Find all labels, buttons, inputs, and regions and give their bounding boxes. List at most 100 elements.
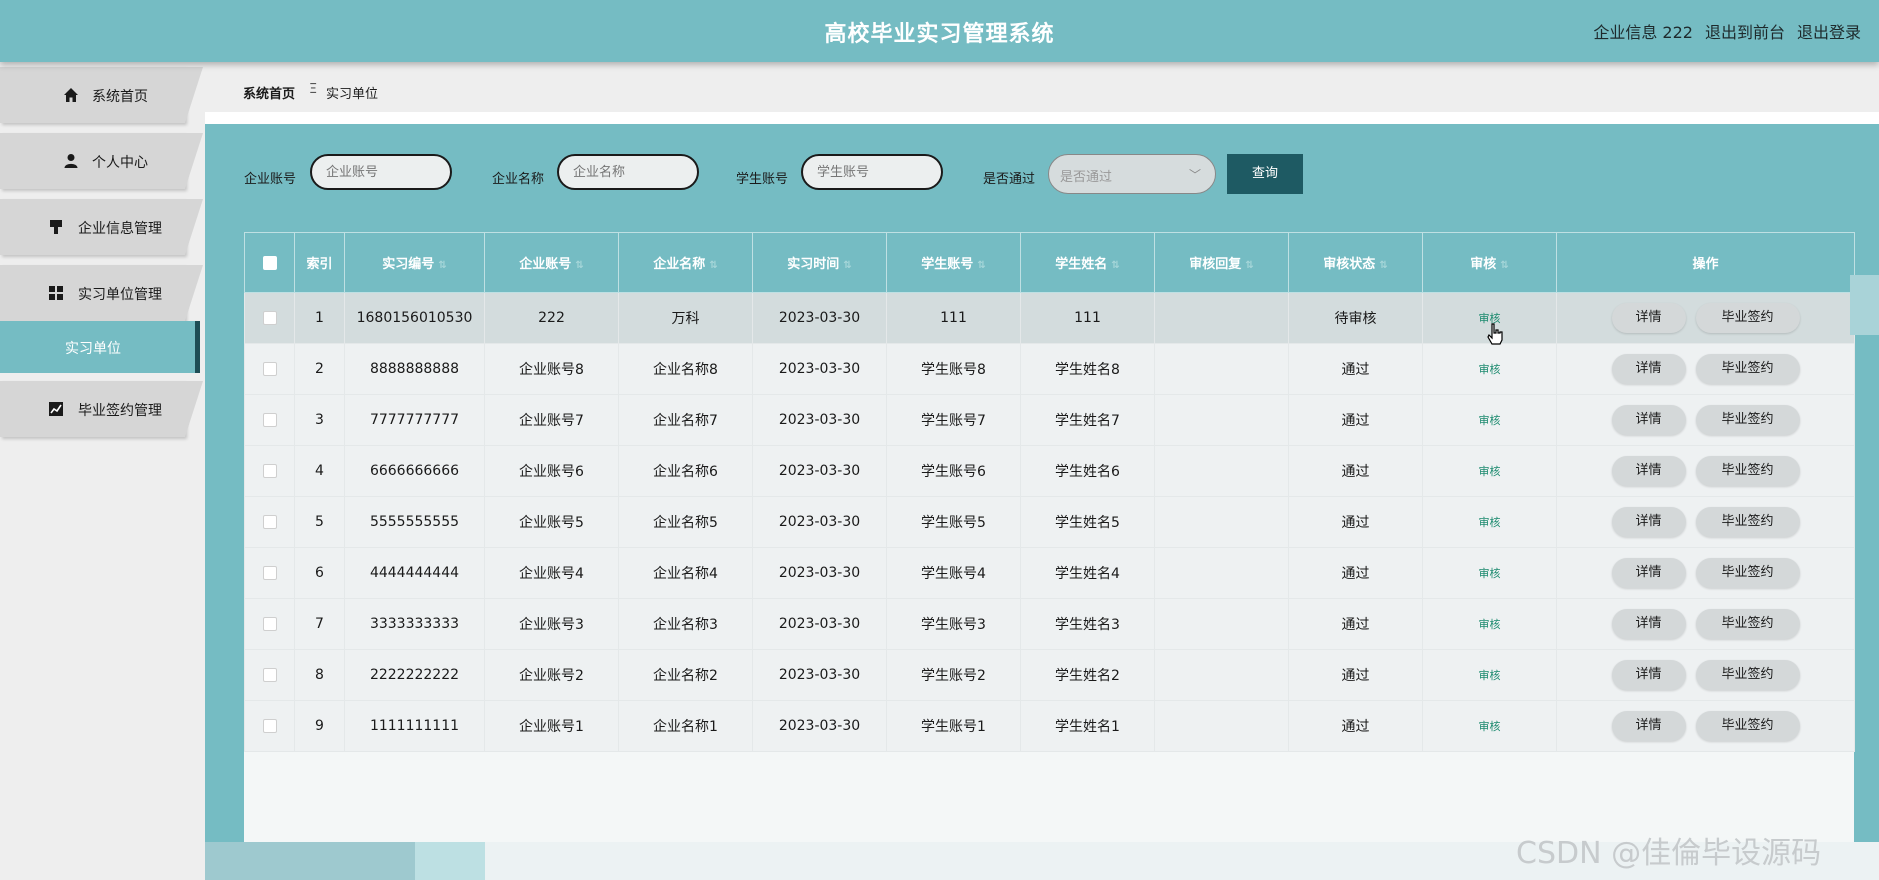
company-name-input[interactable] <box>557 154 699 190</box>
sign-button[interactable]: 毕业签约 <box>1695 456 1800 486</box>
detail-button[interactable]: 详情 <box>1611 354 1686 384</box>
row-checkbox[interactable] <box>244 445 295 497</box>
detail-button[interactable]: 详情 <box>1611 303 1686 333</box>
row-checkbox[interactable] <box>244 547 295 599</box>
detail-button[interactable]: 详情 <box>1611 507 1686 537</box>
row-checkbox[interactable] <box>244 292 295 344</box>
sidebar-item-label: 系统首页 <box>92 89 148 105</box>
cell-student-account: 学生账号5 <box>886 496 1021 548</box>
sign-button[interactable]: 毕业签约 <box>1695 303 1800 333</box>
row-actions: 详情 毕业签约 <box>1556 343 1855 395</box>
back-to-front-link[interactable]: 退出到前台 <box>1705 19 1785 43</box>
sort-icon: ⇅ <box>575 260 584 271</box>
cell-index: 8 <box>294 649 345 701</box>
cell-company-name: 万科 <box>618 292 753 344</box>
query-button[interactable]: 查询 <box>1227 154 1303 194</box>
cell-reply <box>1154 445 1289 497</box>
column-header[interactable]: 企业名称 ⇅ <box>618 232 753 293</box>
cell-student-name: 学生姓名7 <box>1020 394 1155 446</box>
sidebar-item-intern-unit[interactable]: 实习单位 <box>0 321 200 373</box>
cell-company-account: 222 <box>484 292 619 344</box>
student-account-input[interactable] <box>801 154 943 190</box>
cell-index: 5 <box>294 496 345 548</box>
edge-band <box>1850 275 1879 335</box>
audit-link[interactable]: 审核 <box>1422 649 1557 701</box>
detail-button[interactable]: 详情 <box>1611 558 1686 588</box>
data-table: 索引 实习编号 ⇅ 企业账号 ⇅ 企业名称 ⇅ 实习时间 ⇅ 学生账号 ⇅ 学生姓名 ⇅ 审… <box>244 232 1855 842</box>
passed-select[interactable]: 是否通过 ﹀ <box>1048 154 1216 194</box>
sidebar-item-intern-unit-mgmt[interactable]: 实习单位管理 <box>0 265 203 321</box>
cell-student-account: 学生账号7 <box>886 394 1021 446</box>
audit-link[interactable]: 审核 <box>1422 343 1557 395</box>
cell-date: 2023-03-30 <box>752 343 887 395</box>
cell-student-account: 学生账号4 <box>886 547 1021 599</box>
sign-button[interactable]: 毕业签约 <box>1695 405 1800 435</box>
table-row: 4 6666666666 企业账号6 企业名称6 2023-03-30 学生账号6 学生姓名… <box>244 445 1855 497</box>
cell-status: 通过 <box>1288 394 1423 446</box>
cell-no: 5555555555 <box>344 496 485 548</box>
cell-index: 1 <box>294 292 345 344</box>
grid-icon <box>49 286 63 300</box>
detail-button[interactable]: 详情 <box>1611 711 1686 741</box>
row-checkbox[interactable] <box>244 700 295 752</box>
audit-link[interactable]: 审核 <box>1422 394 1557 446</box>
cell-status: 通过 <box>1288 547 1423 599</box>
sidebar-item-home[interactable]: 系统首页 <box>0 67 203 123</box>
detail-button[interactable]: 详情 <box>1611 456 1686 486</box>
sign-button[interactable]: 毕业签约 <box>1695 711 1800 741</box>
cell-reply <box>1154 343 1289 395</box>
logout-link[interactable]: 退出登录 <box>1797 19 1861 43</box>
intern-unit-table: 索引 实习编号 ⇅ 企业账号 ⇅ 企业名称 ⇅ 实习时间 ⇅ 学生账号 ⇅ 学生姓名 ⇅ 审… <box>244 232 1855 752</box>
column-header[interactable]: 审核 ⇅ <box>1422 232 1557 293</box>
select-all-checkbox[interactable] <box>244 232 295 293</box>
cell-student-name: 学生姓名2 <box>1020 649 1155 701</box>
audit-link[interactable]: 审核 <box>1422 700 1557 752</box>
column-header[interactable]: 实习编号 ⇅ <box>344 232 485 293</box>
detail-button[interactable]: 详情 <box>1611 405 1686 435</box>
cell-student-name: 学生姓名1 <box>1020 700 1155 752</box>
sort-icon: ⇅ <box>1111 260 1120 271</box>
column-header[interactable]: 学生账号 ⇅ <box>886 232 1021 293</box>
cell-no: 8888888888 <box>344 343 485 395</box>
sidebar-item-personal[interactable]: 个人中心 <box>0 133 203 189</box>
column-header[interactable]: 实习时间 ⇅ <box>752 232 887 293</box>
audit-link[interactable]: 审核 <box>1422 598 1557 650</box>
audit-link[interactable]: 审核 <box>1422 496 1557 548</box>
column-header[interactable]: 审核回复 ⇅ <box>1154 232 1289 293</box>
sidebar-item-company-info[interactable]: 企业信息管理 <box>0 199 203 255</box>
sign-button[interactable]: 毕业签约 <box>1695 558 1800 588</box>
cell-student-account: 111 <box>886 292 1021 344</box>
cell-reply <box>1154 394 1289 446</box>
company-account-input[interactable] <box>310 154 452 190</box>
row-checkbox[interactable] <box>244 598 295 650</box>
column-header[interactable]: 审核状态 ⇅ <box>1288 232 1423 293</box>
row-checkbox[interactable] <box>244 343 295 395</box>
cell-company-account: 企业账号2 <box>484 649 619 701</box>
row-actions: 详情 毕业签约 <box>1556 700 1855 752</box>
breadcrumb-home[interactable]: 系统首页 <box>243 83 295 102</box>
student-account-label: 学生账号 <box>736 172 789 187</box>
cell-company-name: 企业名称1 <box>618 700 753 752</box>
cell-reply <box>1154 700 1289 752</box>
audit-link[interactable]: 审核 <box>1422 445 1557 497</box>
brush-icon <box>50 220 62 234</box>
sidebar-item-signing-mgmt[interactable]: 毕业签约管理 <box>0 381 203 437</box>
column-header[interactable]: 企业账号 ⇅ <box>484 232 619 293</box>
audit-link[interactable]: 审核 <box>1422 547 1557 599</box>
sidebar-item-label: 毕业签约管理 <box>78 403 162 419</box>
detail-button[interactable]: 详情 <box>1611 660 1686 690</box>
column-header[interactable]: 学生姓名 ⇅ <box>1020 232 1155 293</box>
row-checkbox[interactable] <box>244 649 295 701</box>
sign-button[interactable]: 毕业签约 <box>1695 609 1800 639</box>
row-actions: 详情 毕业签约 <box>1556 598 1855 650</box>
company-info-link[interactable]: 企业信息 222 <box>1593 19 1693 43</box>
row-checkbox[interactable] <box>244 394 295 446</box>
sign-button[interactable]: 毕业签约 <box>1695 660 1800 690</box>
cell-date: 2023-03-30 <box>752 649 887 701</box>
row-checkbox[interactable] <box>244 496 295 548</box>
detail-button[interactable]: 详情 <box>1611 609 1686 639</box>
sign-button[interactable]: 毕业签约 <box>1695 507 1800 537</box>
sign-button[interactable]: 毕业签约 <box>1695 354 1800 384</box>
cell-company-account: 企业账号4 <box>484 547 619 599</box>
cell-index: 9 <box>294 700 345 752</box>
